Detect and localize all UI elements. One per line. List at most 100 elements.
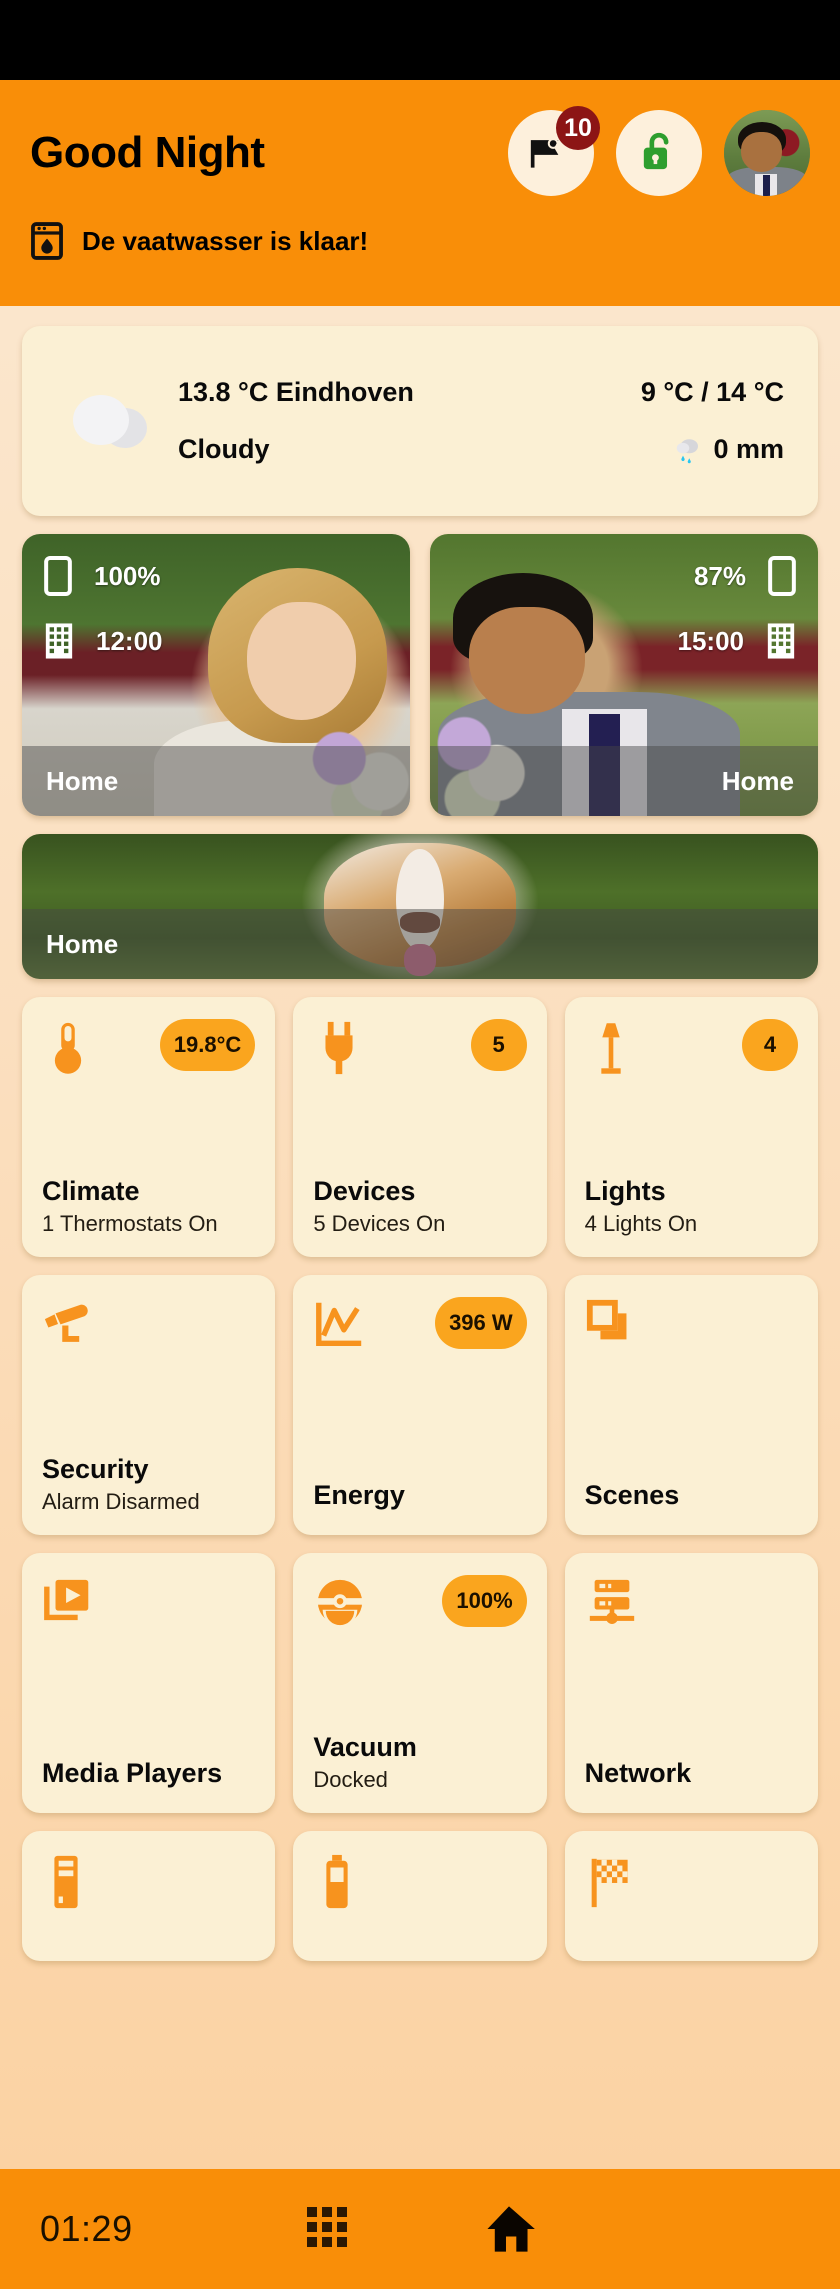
weather-info: 13.8 °C Eindhoven 9 °C / 14 °C Cloudy 0 … <box>178 377 784 465</box>
tile-energy[interactable]: 396 W Energy <box>293 1275 547 1535</box>
security-camera-icon <box>42 1297 96 1351</box>
page-title: Good Night <box>30 128 265 177</box>
tile-top <box>42 1853 255 1911</box>
weather-primary-row: 13.8 °C Eindhoven 9 °C / 14 °C <box>178 377 784 408</box>
dishwasher-icon <box>30 222 64 260</box>
tile-lights[interactable]: 4 Lights 4 Lights On <box>564 997 818 1257</box>
system-status-bar <box>0 0 840 80</box>
pet-card[interactable]: Home <box>22 834 818 979</box>
person-2-location: Home <box>721 765 794 796</box>
avatar[interactable] <box>724 110 810 196</box>
tile-bottom: Climate 1 Thermostats On <box>42 1177 255 1237</box>
weather-secondary-row: Cloudy 0 mm <box>178 434 784 465</box>
avatar-tie <box>762 175 771 196</box>
media-play-icon <box>42 1575 96 1629</box>
tile-top <box>585 1853 798 1911</box>
checkered-flag-icon <box>585 1853 637 1911</box>
home-icon[interactable] <box>481 2203 537 2255</box>
tile-vacuum[interactable]: 100% Vacuum Docked <box>293 1553 547 1813</box>
messages-button[interactable]: 10 <box>508 106 600 196</box>
person-card-2[interactable]: 87% 15:00 Home <box>430 534 818 816</box>
tile-security-subtitle: Alarm Disarmed <box>42 1489 200 1514</box>
person-cards-row: 100% 12:00 Home 87% 15:00 Home <box>22 534 818 816</box>
tile-bottom: Security Alarm Disarmed <box>42 1455 255 1515</box>
tile-lights-subtitle: 4 Lights On <box>584 1211 698 1236</box>
tile-scenes-title: Scenes <box>584 1480 680 1511</box>
tile-vacuum-badge: 100% <box>442 1575 527 1627</box>
tile-top: 396 W <box>313 1297 527 1351</box>
person-1-time: 12:00 <box>96 625 163 656</box>
person-card-1[interactable]: 100% 12:00 Home <box>22 534 410 816</box>
tile-lights-badge: 4 <box>741 1019 798 1071</box>
tile-bottom: Vacuum Docked <box>313 1733 526 1793</box>
office-building-icon <box>766 622 796 660</box>
apps-grid-icon[interactable] <box>303 2203 351 2255</box>
floor-lamp-icon <box>585 1019 637 1077</box>
weather-precip-group: 0 mm <box>673 434 784 465</box>
person-2-battery: 87% <box>693 560 746 591</box>
tile-bottom: Network <box>585 1759 798 1793</box>
tile-vacuum-title: Vacuum <box>313 1732 417 1763</box>
tile-bottom: Energy <box>313 1481 526 1515</box>
person-2-time: 15:00 <box>677 625 745 656</box>
tile-bottom: Media Players <box>42 1759 255 1793</box>
tile-devices-badge: 5 <box>470 1019 527 1071</box>
tile-climate[interactable]: 19.8°C Climate 1 Thermostats On <box>22 997 276 1257</box>
phone-icon <box>768 556 796 596</box>
tile-media-players-title: Media Players <box>42 1758 223 1789</box>
power-plug-icon <box>313 1019 365 1077</box>
tile-flag[interactable] <box>564 1831 818 1961</box>
app-root: Good Night 10 De vaatwasser is klaar! 13… <box>0 0 840 2289</box>
tile-top <box>42 1575 255 1629</box>
cloud-icon <box>48 386 178 456</box>
notification-text: De vaatwasser is klaar! <box>82 225 369 256</box>
tile-top: 4 <box>585 1019 798 1077</box>
weather-range: 9 °C / 14 °C <box>640 377 784 407</box>
tile-top: 19.8°C <box>42 1019 256 1077</box>
robot-vacuum-icon <box>313 1575 367 1629</box>
tile-media-players[interactable]: Media Players <box>22 1553 276 1813</box>
tile-server[interactable] <box>22 1831 276 1961</box>
pet-location-strip: Home <box>22 909 818 979</box>
tile-grid: 19.8°C Climate 1 Thermostats On 5 Device… <box>22 997 818 1961</box>
tile-scenes[interactable]: Scenes <box>564 1275 818 1535</box>
notification-banner[interactable]: De vaatwasser is klaar! <box>30 222 810 260</box>
battery-icon <box>313 1853 361 1911</box>
office-building-icon <box>44 622 74 660</box>
person-1-time-line: 12:00 <box>44 622 388 660</box>
tile-devices-title: Devices <box>313 1176 416 1207</box>
chart-line-icon <box>313 1297 367 1351</box>
rain-drop-icon <box>673 435 703 465</box>
person-1-battery-line: 100% <box>44 556 388 596</box>
tile-network[interactable]: Network <box>564 1553 818 1813</box>
clock: 01:29 <box>40 2208 133 2249</box>
pet-location: Home <box>46 928 119 959</box>
tile-lights-title: Lights <box>584 1176 666 1207</box>
tile-network-title: Network <box>584 1758 692 1789</box>
dashboard-body: 13.8 °C Eindhoven 9 °C / 14 °C Cloudy 0 … <box>0 306 840 2169</box>
tile-battery[interactable] <box>293 1831 547 1961</box>
person-1-stats: 100% 12:00 <box>44 556 388 660</box>
header-actions: 10 <box>508 106 810 196</box>
app-header: Good Night 10 De vaatwasser is klaar! <box>0 80 840 306</box>
tile-bottom: Devices 5 Devices On <box>313 1177 526 1237</box>
tile-security-title: Security <box>42 1454 149 1485</box>
weather-condition: Cloudy <box>178 434 270 464</box>
layers-icon <box>585 1297 639 1351</box>
tile-security[interactable]: Security Alarm Disarmed <box>22 1275 276 1535</box>
network-server-icon <box>585 1575 639 1629</box>
tile-climate-title: Climate <box>42 1176 140 1207</box>
tile-bottom: Scenes <box>585 1481 798 1515</box>
tile-climate-subtitle: 1 Thermostats On <box>42 1211 218 1236</box>
tile-top <box>313 1853 526 1911</box>
weather-card[interactable]: 13.8 °C Eindhoven 9 °C / 14 °C Cloudy 0 … <box>22 326 818 516</box>
tile-top <box>42 1297 255 1351</box>
tile-devices[interactable]: 5 Devices 5 Devices On <box>293 997 547 1257</box>
person-2-stats: 87% 15:00 <box>452 556 796 660</box>
tile-top: 5 <box>313 1019 527 1077</box>
tile-top <box>585 1575 798 1629</box>
avatar-face <box>741 132 783 172</box>
server-tower-icon <box>42 1853 90 1911</box>
lock-button[interactable] <box>616 110 702 196</box>
tile-vacuum-subtitle: Docked <box>313 1767 388 1792</box>
